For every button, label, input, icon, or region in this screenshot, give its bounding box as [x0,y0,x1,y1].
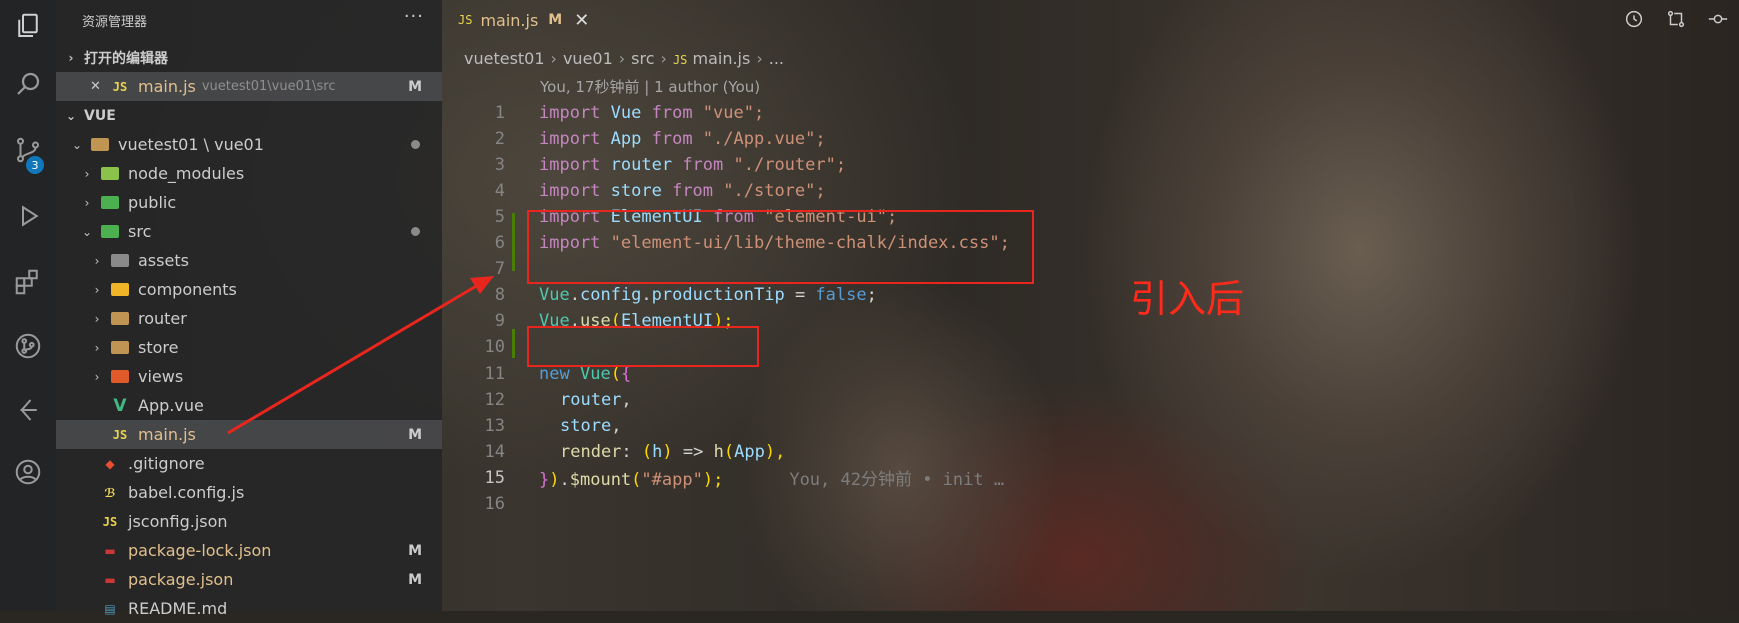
annotation-text: 引入后 [1130,277,1245,321]
annotation-arrow [227,276,494,435]
